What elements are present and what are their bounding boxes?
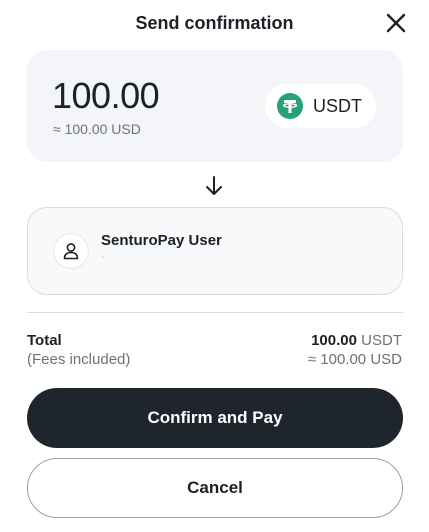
currency-badge: USDT <box>265 84 376 128</box>
page-title: Send confirmation <box>135 13 294 33</box>
total-label: Total <box>27 332 62 349</box>
recipient-subtitle: - <box>101 252 105 263</box>
confirm-and-pay-button[interactable]: Confirm and Pay <box>27 388 403 448</box>
total-amount: 100.00 USDT <box>311 332 402 350</box>
divider <box>27 312 403 313</box>
amount-card: 100.00 ≈ 100.00 USD USDT <box>27 50 403 162</box>
currency-label: USDT <box>313 95 362 116</box>
avatar <box>53 233 89 269</box>
recipient-name: SenturoPay User <box>101 232 222 249</box>
close-icon <box>386 13 406 33</box>
cancel-button[interactable]: Cancel <box>27 458 403 518</box>
recipient-card: SenturoPay User - <box>27 207 403 295</box>
total-amount-value: 100.00 <box>311 332 357 349</box>
send-confirmation-sheet: Send confirmation 100.00 ≈ 100.00 USD US… <box>0 0 429 532</box>
total-amount-unit: USDT <box>361 332 402 349</box>
amount-fiat-equivalent: ≈ 100.00 USD <box>53 121 141 137</box>
arrow-down-icon <box>206 176 222 195</box>
user-icon <box>63 243 79 260</box>
fees-included-label: (Fees included) <box>27 351 131 368</box>
tether-icon <box>277 93 303 119</box>
amount-value: 100.00 <box>52 75 160 116</box>
total-fiat-equivalent: ≈ 100.00 USD <box>307 351 402 368</box>
close-button[interactable] <box>383 10 409 36</box>
